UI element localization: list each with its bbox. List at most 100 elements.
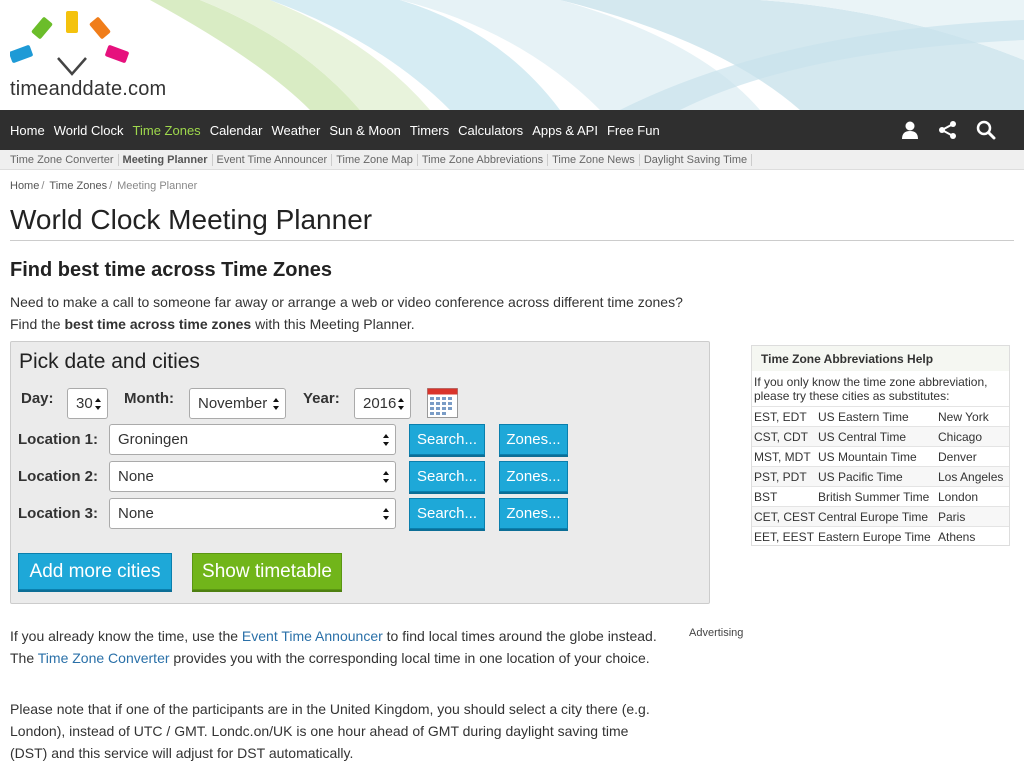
location-2-label: Location 2: [18,468,99,485]
help-zone: Eastern Europe Time [818,529,931,544]
day-select[interactable]: 30 [67,388,108,419]
help-description: If you only know the time zone abbreviat… [754,375,988,403]
help-abbr: MST, MDT [754,449,811,464]
location-1-select[interactable]: Groningen [109,424,396,455]
page-subtitle: Find best time across Time Zones [10,259,332,281]
calendar-icon[interactable] [427,388,458,418]
help-zone: US Mountain Time [818,449,917,464]
intro-line-2: Find the best time across time zones wit… [10,313,730,335]
sub-nav: Time Zone Converter Meeting Planner Event … [0,150,1024,170]
intro-text: Need to make a call to someone far away … [10,291,730,335]
help-row: BST British Summer Time London [752,486,1009,506]
location-2-select[interactable]: None [109,461,396,492]
nav-icons [884,110,998,150]
help-city: Athens [938,529,976,544]
help-row: EST, EDT US Eastern Time New York [752,406,1009,426]
month-select[interactable]: November [189,388,286,419]
nav-item-time-zones[interactable]: Time Zones [133,123,201,138]
subnav-item-time-zone-converter[interactable]: Time Zone Converter [10,153,119,166]
nav-item-world-clock[interactable]: World Clock [54,123,124,138]
help-abbr: CST, CDT [754,429,808,444]
user-icon[interactable] [898,118,922,142]
add-more-cities-button[interactable]: Add more cities [18,553,172,590]
location-3-search-button[interactable]: Search... [409,498,485,529]
intro-line-2-post: with this Meeting Planner. [251,316,415,332]
nav-item-timers[interactable]: Timers [410,123,449,138]
nav-item-free-fun[interactable]: Free Fun [607,123,660,138]
help-row: MST, MDT US Mountain Time Denver [752,446,1009,466]
location-3-select[interactable]: None [109,498,396,529]
intro-line-1: Need to make a call to someone far away … [10,294,683,310]
select-arrows-icon [398,398,404,410]
info-paragraph-1: If you already know the time, use the Ev… [10,625,660,669]
year-select[interactable]: 2016 [354,388,411,419]
help-abbr: EST, EDT [754,409,807,424]
location-1-label: Location 1: [18,431,99,448]
help-city: London [938,489,979,504]
subnav-item-event-time-announcer[interactable]: Event Time Announcer [217,153,333,166]
location-2-zones-button[interactable]: Zones... [499,461,568,492]
show-timetable-button[interactable]: Show timetable [192,553,342,590]
nav-item-apps-api[interactable]: Apps & API [532,123,598,138]
select-arrows-icon [383,434,389,446]
site-header: timeanddate.com [0,0,1024,110]
share-icon[interactable] [936,118,960,142]
para1-post: provides you with the corresponding loca… [169,650,650,666]
nav-item-calendar[interactable]: Calendar [210,123,263,138]
nav-item-home[interactable]: Home [10,123,45,138]
location-1-zones-button[interactable]: Zones... [499,424,568,455]
planner-title: Pick date and cities [19,350,200,373]
month-label: Month: [124,390,174,407]
location-2-value: None [118,468,154,485]
breadcrumb-separator: / [41,180,45,192]
location-3-value: None [118,505,154,522]
breadcrumb-time-zones[interactable]: Time Zones [49,180,107,192]
help-abbr: EET, EEST [754,529,815,544]
subnav-item-daylight-saving-time[interactable]: Daylight Saving Time [644,153,753,166]
subnav-item-time-zone-abbreviations[interactable]: Time Zone Abbreviations [422,153,549,166]
help-zone: Central Europe Time [818,509,929,524]
breadcrumb: Home / Time Zones / Meeting Planner [10,180,197,192]
help-row: CST, CDT US Central Time Chicago [752,426,1009,446]
info-paragraph-2: Please note that if one of the participa… [10,701,650,761]
logo-text[interactable]: timeanddate.com [10,78,166,101]
title-divider [10,240,1014,241]
nav-items: Home World Clock Time Zones Calendar Weather… [10,110,669,150]
help-zone: US Central Time [818,429,907,444]
time-zone-converter-link[interactable]: Time Zone Converter [38,650,170,666]
planner-panel: Pick date and cities Day: 30 Month: Nove… [10,341,710,604]
search-icon[interactable] [974,118,998,142]
breadcrumb-home[interactable]: Home [10,180,39,192]
day-value: 30 [76,395,93,412]
intro-line-2-bold: best time across time zones [64,316,252,332]
help-table: EST, EDT US Eastern Time New York CST, CDT U… [752,406,1009,546]
select-arrows-icon [95,398,101,410]
help-zone: British Summer Time [818,489,930,504]
intro-line-2-pre: Find the [10,316,65,332]
help-city: Denver [938,449,977,464]
event-time-announcer-link[interactable]: Event Time Announcer [242,628,383,644]
main-nav: Home World Clock Time Zones Calendar Weather… [0,110,1024,150]
help-city: Los Angeles [938,469,1004,484]
subnav-item-meeting-planner[interactable]: Meeting Planner [123,153,213,166]
nav-item-calculators[interactable]: Calculators [458,123,523,138]
location-3-zones-button[interactable]: Zones... [499,498,568,529]
abbreviations-help-box: Time Zone Abbreviations Help If you only… [751,345,1010,546]
nav-item-sun-moon[interactable]: Sun & Moon [329,123,401,138]
year-label: Year: [303,390,340,407]
nav-item-weather[interactable]: Weather [271,123,320,138]
subnav-item-time-zone-map[interactable]: Time Zone Map [336,153,418,166]
help-title: Time Zone Abbreviations Help [752,346,1009,371]
subnav-item-time-zone-news[interactable]: Time Zone News [552,153,640,166]
location-1-value: Groningen [118,431,189,448]
breadcrumb-current: Meeting Planner [117,180,198,192]
breadcrumb-separator: / [109,180,113,192]
day-label: Day: [21,390,54,407]
location-2-search-button[interactable]: Search... [409,461,485,492]
year-value: 2016 [363,395,397,412]
help-zone: US Eastern Time [818,409,909,424]
help-row: PST, PDT US Pacific Time Los Angeles [752,466,1009,486]
location-1-search-button[interactable]: Search... [409,424,485,455]
para1-pre: If you already know the time, use the [10,628,242,644]
month-value: November [198,395,268,412]
